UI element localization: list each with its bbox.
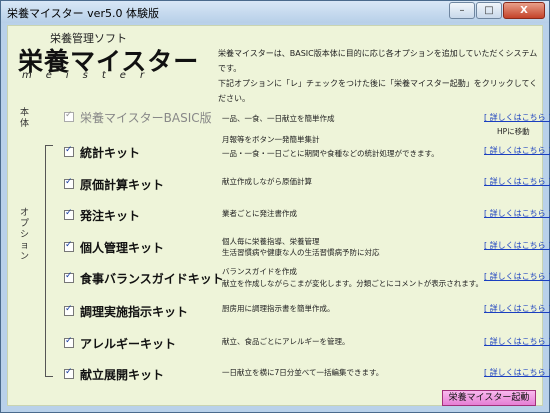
option-checkbox-personal[interactable]	[64, 240, 74, 252]
options-bracket-line	[45, 145, 46, 377]
launch-button[interactable]: 栄養マイスター起動	[442, 390, 536, 406]
option-desc-cooking: 厨房用に調理指示書を簡単作成。	[222, 304, 335, 313]
option-desc-stats: 一品・一食・一日ごとに期間や食種などの統計処理ができます。	[222, 149, 439, 158]
intro-line-2: 下記オプションに「レ」チェックをつけた後に「栄養マイスター起動」をクリックしてく…	[218, 79, 538, 103]
detail-link-base[interactable]: [ 詳しくはこちら ]	[484, 112, 550, 123]
option-name-order: 発注キット	[80, 209, 141, 223]
detail-link-order[interactable]: [ 詳しくはこちら ]	[484, 208, 550, 219]
option-name-stats: 統計キット	[80, 146, 141, 160]
section-label-main: 本体	[20, 108, 30, 129]
option-name-allergy: アレルギーキット	[80, 337, 177, 351]
base-checkbox	[64, 110, 74, 122]
main-panel: 栄養管理ソフト 栄養マイスター meister 栄養マイスターは、BASIC版本…	[7, 25, 550, 406]
detail-link-allergy[interactable]: [ 詳しくはこちら ]	[484, 336, 550, 347]
option-checkbox-stats[interactable]	[64, 145, 74, 157]
option-checkbox-balance-guide[interactable]	[64, 271, 74, 283]
option-name-balance-guide: 食事バランスガイドキット	[80, 272, 224, 286]
detail-link-menu-expand[interactable]: [ 詳しくはこちら ]	[484, 367, 550, 378]
option-name-menu-expand: 献立展開キット	[80, 368, 165, 382]
option-desc-cost: 献立作成しながら原価計算	[222, 177, 312, 186]
window-title: 栄養マイスター ver5.0 体験版	[7, 7, 159, 20]
options-bracket-top	[45, 145, 53, 146]
hp-note: HPに移動	[497, 127, 530, 136]
window-controls: – □ X	[449, 2, 545, 19]
option-name-personal: 個人管理キット	[80, 241, 165, 255]
option-desc-order: 業者ごとに発注書作成	[222, 209, 297, 218]
options-bracket-bottom	[45, 376, 53, 377]
detail-link-balance-guide[interactable]: [ 詳しくはこちら ]	[484, 271, 550, 282]
base-name: 栄養マイスターBASIC版	[80, 111, 212, 125]
app-window: 栄養マイスター ver5.0 体験版 – □ X 栄養管理ソフト 栄養マイスター…	[0, 0, 550, 413]
detail-link-stats[interactable]: [ 詳しくはこちら ]	[484, 145, 550, 156]
detail-link-cooking[interactable]: [ 詳しくはこちら ]	[484, 303, 550, 314]
option-desc-balance-guide: バランスガイドを作成	[222, 267, 297, 276]
detail-link-personal[interactable]: [ 詳しくはこちら ]	[484, 240, 550, 251]
section-label-options: オプション	[20, 208, 30, 262]
title-bar[interactable]: 栄養マイスター ver5.0 体験版 – □ X	[1, 1, 549, 23]
option-checkbox-order[interactable]	[64, 208, 74, 220]
minimize-button[interactable]: –	[449, 2, 475, 19]
option-checkbox-cost[interactable]	[64, 177, 74, 189]
option-desc-stats-above: 月報等をボタン一発簡単集計	[222, 135, 320, 144]
option-name-cooking: 調理実施指示キット	[80, 305, 189, 319]
maximize-button[interactable]: □	[476, 2, 502, 19]
option-checkbox-allergy[interactable]	[64, 336, 74, 348]
option-checkbox-menu-expand[interactable]	[64, 367, 74, 379]
intro-text: 栄養マイスターは、BASIC版本体に目的に応じ各オプションを追加していただくシス…	[218, 46, 542, 106]
option-name-cost: 原価計算キット	[80, 178, 165, 192]
option-desc-balance-guide-2: 献立を作成しながらこまが変化します。分類ごとにコメントが表示されます。	[222, 279, 483, 288]
close-button[interactable]: X	[503, 2, 545, 19]
intro-line-1: 栄養マイスターは、BASIC版本体に目的に応じ各オプションを追加していただくシス…	[218, 49, 538, 73]
option-desc-allergy: 献立、食品ごとにアレルギーを管理。	[222, 337, 350, 346]
option-checkbox-cooking[interactable]	[64, 304, 74, 316]
option-desc-personal: 個人毎に栄養指導、栄養管理	[222, 237, 320, 246]
base-desc: 一品、一食、一日献立を簡単作成	[222, 114, 335, 123]
option-desc-personal-2: 生活習慣病や健康な人の生活習慣病予防に対応	[222, 248, 380, 257]
detail-link-cost[interactable]: [ 詳しくはこちら ]	[484, 176, 550, 187]
logo-roman: meister	[22, 70, 159, 81]
option-desc-menu-expand: 一日献立を横に7日分並べて一括編集できます。	[222, 368, 384, 377]
